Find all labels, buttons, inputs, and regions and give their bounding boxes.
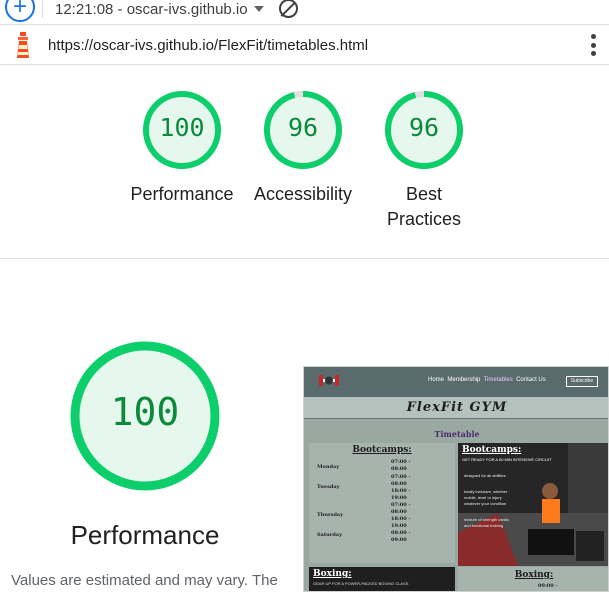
performance-title: Performance bbox=[70, 520, 220, 550]
report-timestamp: 12:21:08 - oscar-ivs.github.io bbox=[55, 1, 248, 18]
thumb-promo-bullet: designed for all abilities bbox=[464, 473, 506, 478]
thumb-nav-membership: Membership bbox=[447, 377, 481, 383]
gauge-best-practices[interactable]: 96 bbox=[383, 89, 465, 171]
section-divider bbox=[0, 258, 609, 259]
thumb-time: 08:00 bbox=[391, 509, 407, 515]
thumb-boxing-promo: Boxing: GEAR UP FOR A POWER-PACKED BOXIN… bbox=[309, 567, 455, 591]
lighthouse-icon bbox=[17, 32, 29, 58]
divider bbox=[42, 0, 43, 18]
thumb-promo-bullet: and functional training bbox=[464, 523, 504, 528]
gauge-value: 96 bbox=[408, 113, 440, 142]
thumb-time: 08:00 bbox=[391, 466, 407, 472]
thumb-time: 07:00 - bbox=[391, 459, 411, 465]
thumb-time: 09:00 - bbox=[538, 583, 558, 589]
thumb-promo-bullet: totally inclusive, whether bbox=[464, 489, 508, 494]
thumb-schedule-title: Bootcamps: bbox=[352, 445, 412, 455]
gauge-label: Best Practices bbox=[386, 184, 462, 229]
thumb-nav-contact: Contact Us bbox=[516, 377, 546, 383]
dumbbell-logo-icon bbox=[319, 375, 339, 386]
url-text[interactable]: https://oscar-ivs.github.io/FlexFit/time… bbox=[48, 37, 368, 54]
thumb-time: 08:00 - bbox=[391, 530, 411, 536]
gauge-value: 100 bbox=[159, 113, 205, 142]
gauge-value: 96 bbox=[287, 113, 319, 142]
thumb-subscribe-button: Subscribe bbox=[566, 376, 598, 387]
thumb-section-title: Timetable bbox=[434, 429, 480, 439]
thumb-boxing-title: Boxing: bbox=[313, 569, 352, 579]
thumb-promo-image: Bootcamps: GET READY FOR A 60 MIN INTENS… bbox=[458, 443, 608, 566]
url-bar: https://oscar-ivs.github.io/FlexFit/time… bbox=[0, 24, 609, 65]
thumb-schedule: Bootcamps: Monday 07:00 - 08:00 Tuesday … bbox=[309, 443, 455, 563]
gauge-label: Accessibility bbox=[253, 184, 353, 204]
thumb-boxing-line: GEAR UP FOR A POWER-PACKED BOXING CLASS bbox=[313, 581, 409, 586]
plus-circle-icon[interactable]: + bbox=[5, 0, 35, 22]
estimate-note: Values are estimated and may vary. The bbox=[11, 572, 278, 589]
thumb-time: 19:00 bbox=[391, 495, 407, 501]
no-entry-icon[interactable] bbox=[279, 0, 298, 18]
top-bar: + 12:21:08 - oscar-ivs.github.io bbox=[0, 0, 609, 23]
thumb-time: 18:00 - bbox=[391, 516, 411, 522]
thumb-boxing-schedule-title: Boxing: bbox=[514, 570, 554, 580]
thumb-navbar: Home Membership Timetables Contact Us Su… bbox=[304, 367, 608, 397]
gauge-accessibility[interactable]: 96 bbox=[262, 89, 344, 171]
caret-down-icon[interactable] bbox=[254, 6, 264, 12]
gauge-performance[interactable]: 100 bbox=[141, 89, 223, 171]
thumb-time: 09:00 bbox=[391, 537, 407, 543]
page-screenshot-thumbnail[interactable]: Home Membership Timetables Contact Us Su… bbox=[303, 366, 609, 592]
gauge-label: Performance bbox=[130, 184, 234, 204]
thumb-time: 18:00 - bbox=[391, 488, 411, 494]
thumb-boxing-schedule: Boxing: 09:00 - bbox=[458, 567, 608, 591]
thumb-day: Monday bbox=[317, 464, 340, 470]
thumb-promo-bullet: whatever your condition bbox=[464, 501, 507, 506]
thumb-nav-timetables: Timetables bbox=[483, 377, 513, 383]
thumb-time: 08:00 bbox=[391, 481, 407, 487]
thumb-day: Thursday bbox=[317, 512, 344, 518]
kebab-menu-icon[interactable] bbox=[590, 34, 596, 56]
thumb-promo-bullet: mobile, level or injury bbox=[464, 495, 502, 500]
thumb-time: 19:00 bbox=[391, 523, 407, 529]
thumb-promo-title: Bootcamps: bbox=[462, 445, 522, 455]
thumb-brand: FlexFit GYM bbox=[304, 397, 608, 419]
thumb-nav-home: Home bbox=[428, 377, 445, 383]
thumb-promo-line: GET READY FOR A 60 MIN INTENSIVE CIRCUIT bbox=[462, 457, 552, 462]
thumb-day: Saturday bbox=[317, 532, 343, 538]
thumb-promo-bullet: mixture of strength cardio bbox=[464, 517, 510, 522]
thumb-time: 07:00 - bbox=[391, 474, 411, 480]
thumb-nav-links: Home Membership Timetables Contact Us bbox=[428, 377, 546, 383]
performance-score: 100 bbox=[110, 390, 180, 434]
thumb-time: 07:00 - bbox=[391, 502, 411, 508]
thumb-day: Tuesday bbox=[317, 484, 340, 490]
